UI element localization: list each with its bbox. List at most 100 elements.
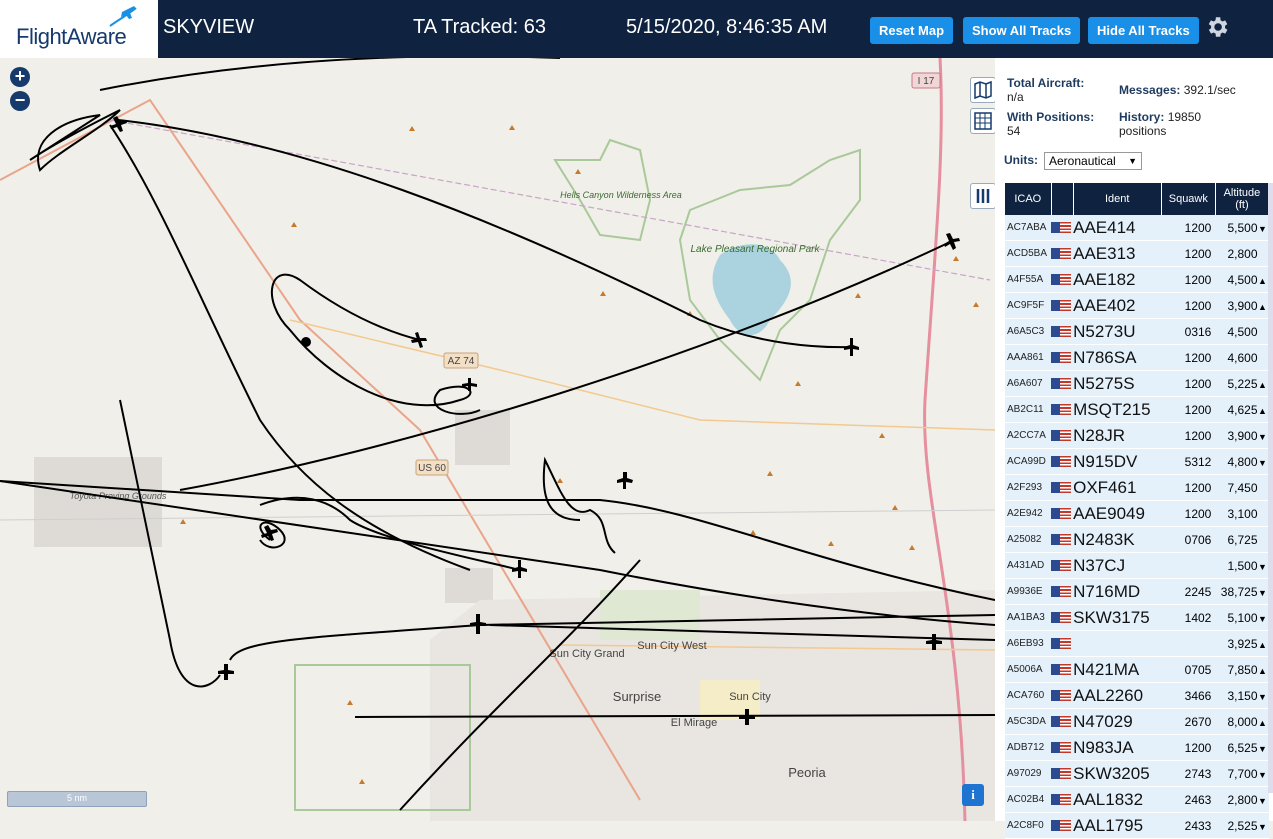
icao-cell: AAA861 xyxy=(1005,344,1052,371)
table-row[interactable]: AB2C11 MSQT215 1200 4,625▲ xyxy=(1005,396,1269,423)
squawk-cell: 0706 xyxy=(1161,526,1216,553)
table-header-row: ICAO Ident Squawk Altitude (ft) xyxy=(1005,183,1270,215)
altitude-value: 38,725 xyxy=(1220,584,1258,599)
icao-cell: AA1BA3 xyxy=(1005,604,1052,631)
table-row[interactable]: A9936E N716MD 2245 38,725▼ xyxy=(1005,578,1269,605)
scale-label: 5 nm xyxy=(66,793,87,803)
table-row[interactable]: A2C8F0 AAL1795 2433 2,525▼ xyxy=(1005,812,1269,839)
table-row[interactable]: A6A607 N5275S 1200 5,225▲ xyxy=(1005,370,1269,397)
altitude-value: 3,100 xyxy=(1227,506,1258,521)
table-row[interactable]: A2E942 AAE9049 1200 3,100 xyxy=(1005,500,1269,527)
map-scale: 5 nm xyxy=(7,791,147,807)
gear-icon[interactable] xyxy=(1204,14,1230,40)
table-row[interactable]: A25082 N2483K 0706 6,725 xyxy=(1005,526,1269,553)
column-header-flag[interactable] xyxy=(1051,183,1074,215)
table-row[interactable]: A5006A N421MA 0705 7,850▲ xyxy=(1005,656,1269,683)
squawk-cell: 2245 xyxy=(1161,578,1216,605)
table-row[interactable]: A97029 SKW3205 2743 7,700▼ xyxy=(1005,760,1269,787)
column-header-altitude[interactable]: Altitude (ft) xyxy=(1215,183,1270,215)
altitude-trend-icon: ▼ xyxy=(1258,691,1267,702)
units-select[interactable]: Aeronautical ▼ xyxy=(1044,152,1142,170)
az74-road xyxy=(289,319,995,431)
sun-city-grand-label: Sun City Grand xyxy=(549,648,624,660)
altitude-cell: 7,700▼ xyxy=(1215,760,1269,787)
lake-pleasant-water xyxy=(712,244,791,335)
us-flag-icon xyxy=(1051,819,1072,831)
sun-city-west-label: Sun City West xyxy=(637,640,707,652)
icao-cell: A5C3DA xyxy=(1005,708,1052,735)
zoom-out-button[interactable]: − xyxy=(10,91,30,111)
tracked-count: TA Tracked: 63 xyxy=(413,16,547,38)
squawk-cell xyxy=(1161,630,1216,657)
altitude-value: 2,800 xyxy=(1227,246,1258,261)
table-row[interactable]: AC02B4 AAL1832 2463 2,800▼ xyxy=(1005,786,1269,813)
column-header-ident[interactable]: Ident xyxy=(1073,183,1162,215)
table-row[interactable]: A2F293 OXF461 1200 7,450 xyxy=(1005,474,1269,501)
altitude-cell: 5,500▼ xyxy=(1215,215,1269,241)
us-flag-icon xyxy=(1051,637,1072,649)
table-scrollbar[interactable] xyxy=(1268,183,1273,793)
table-row[interactable]: A4F55A AAE182 1200 4,500▲ xyxy=(1005,266,1269,293)
map-view[interactable]: AZ 74 US 60 I 17 Hells Canyon Wilderness… xyxy=(0,58,995,821)
us-flag-icon xyxy=(1051,455,1072,467)
altitude-cell: 1,500▼ xyxy=(1215,552,1269,579)
table-row[interactable]: ACA99D N915DV 5312 4,800▼ xyxy=(1005,448,1269,475)
table-row[interactable]: ADB712 N983JA 1200 6,525▼ xyxy=(1005,734,1269,761)
zoom-in-button[interactable]: + xyxy=(10,67,30,87)
icao-cell: ACD5BA xyxy=(1005,240,1052,267)
top-bar: FlightAware SKYVIEW TA Tracked: 63 5/15/… xyxy=(0,0,1273,58)
table-row[interactable]: AAA861 N786SA 1200 4,600 xyxy=(1005,344,1269,371)
table-row[interactable]: AC7ABA AAE414 1200 5,500▼ xyxy=(1005,215,1269,241)
urban-block xyxy=(445,568,493,603)
table-row[interactable]: A6A5C3 N5273U 0316 4,500 xyxy=(1005,318,1269,345)
squawk-cell: 0316 xyxy=(1161,318,1216,345)
ident-cell: N28JR xyxy=(1073,422,1162,449)
show-all-tracks-button[interactable]: Show All Tracks xyxy=(963,17,1081,44)
history-unit: positions xyxy=(1119,124,1167,138)
altitude-trend-icon: ▲ xyxy=(1258,301,1267,312)
with-positions-label: With Positions: xyxy=(1007,110,1095,124)
ident-cell: AAE402 xyxy=(1073,292,1162,319)
table-row[interactable]: AA1BA3 SKW3175 1402 5,100▼ xyxy=(1005,604,1269,631)
flightaware-logo[interactable]: FlightAware xyxy=(0,0,158,58)
ident-cell: OXF461 xyxy=(1073,474,1162,501)
flag-cell xyxy=(1051,734,1074,761)
aircraft-icon xyxy=(411,332,427,348)
column-header-icao[interactable]: ICAO xyxy=(1005,183,1052,215)
altitude-value: 5,225 xyxy=(1227,376,1258,391)
altitude-cell: 3,925▲ xyxy=(1215,630,1269,657)
aircraft-position-dot[interactable] xyxy=(301,337,311,347)
altitude-trend-icon: ▲ xyxy=(1258,639,1267,650)
icao-cell: AC7ABA xyxy=(1005,215,1052,241)
reset-map-button[interactable]: Reset Map xyxy=(870,17,954,44)
altitude-trend-icon: ▲ xyxy=(1258,717,1267,728)
grid-button[interactable] xyxy=(970,108,995,134)
squawk-cell: 5312 xyxy=(1161,448,1216,475)
hide-all-tracks-button[interactable]: Hide All Tracks xyxy=(1088,17,1199,44)
current-datetime: 5/15/2020, 8:46:35 AM xyxy=(626,16,828,38)
altitude-cell: 2,800 xyxy=(1215,240,1269,267)
table-row[interactable]: A431AD N37CJ 1,500▼ xyxy=(1005,552,1269,579)
flag-cell xyxy=(1051,786,1074,813)
sun-city-label: Sun City xyxy=(729,691,771,703)
flag-cell xyxy=(1051,370,1074,397)
columns-toggle-button[interactable] xyxy=(970,183,995,209)
icao-cell: A2C8F0 xyxy=(1005,812,1052,839)
us60-label: US 60 xyxy=(418,463,446,474)
altitude-cell: 4,500 xyxy=(1215,318,1269,345)
table-row[interactable]: A2CC7A N28JR 1200 3,900▼ xyxy=(1005,422,1269,449)
icao-cell: A25082 xyxy=(1005,526,1052,553)
table-row[interactable]: ACA760 AAL2260 3466 3,150▼ xyxy=(1005,682,1269,709)
column-header-squawk[interactable]: Squawk xyxy=(1161,183,1216,215)
info-button[interactable]: i xyxy=(962,784,984,806)
table-row[interactable]: A5C3DA N47029 2670 8,000▲ xyxy=(1005,708,1269,735)
table-row[interactable]: AC9F5F AAE402 1200 3,900▲ xyxy=(1005,292,1269,319)
altitude-cell: 3,900▲ xyxy=(1215,292,1269,319)
ident-cell: AAE313 xyxy=(1073,240,1162,267)
map-canvas[interactable]: AZ 74 US 60 I 17 Hells Canyon Wilderness… xyxy=(0,58,995,821)
map-layer-button[interactable] xyxy=(970,77,995,103)
table-row[interactable]: ACD5BA AAE313 1200 2,800 xyxy=(1005,240,1269,267)
ident-cell: AAL2260 xyxy=(1073,682,1162,709)
table-row[interactable]: A6EB93 3,925▲ xyxy=(1005,630,1269,657)
us-flag-icon xyxy=(1051,273,1072,285)
